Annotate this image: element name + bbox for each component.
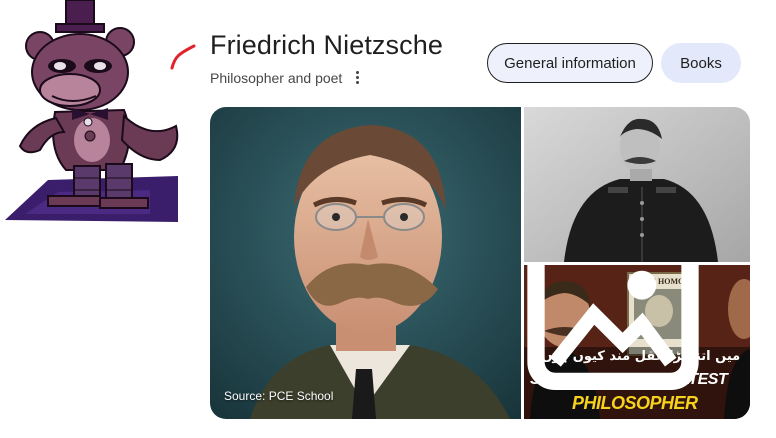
chip-general-information[interactable]: General information: [487, 43, 653, 83]
red-marker-stroke: [170, 44, 196, 70]
main-portrait-image[interactable]: Source: PCE School: [210, 107, 521, 419]
video-thumbnail-image[interactable]: ECCE HOMO میں اتنا بڑا عقل مند کیوں ہوں؟…: [524, 265, 750, 419]
entity-title: Friedrich Nietzsche: [210, 30, 443, 60]
chip-books[interactable]: Books: [661, 43, 741, 83]
thumb-caption-line2: PHILOSOPHER: [572, 393, 698, 413]
more-vert-icon[interactable]: [350, 66, 364, 88]
image-gallery: Source: PCE School ECCE HOMO میں اتنا بڑ…: [210, 107, 750, 419]
image-source-label: Source: PCE School: [224, 389, 334, 403]
image-icon[interactable]: [524, 265, 726, 391]
entity-subtitle: Philosopher and poet: [210, 70, 343, 86]
mascot-sticker: [0, 0, 190, 230]
military-photo-image[interactable]: [524, 107, 750, 262]
